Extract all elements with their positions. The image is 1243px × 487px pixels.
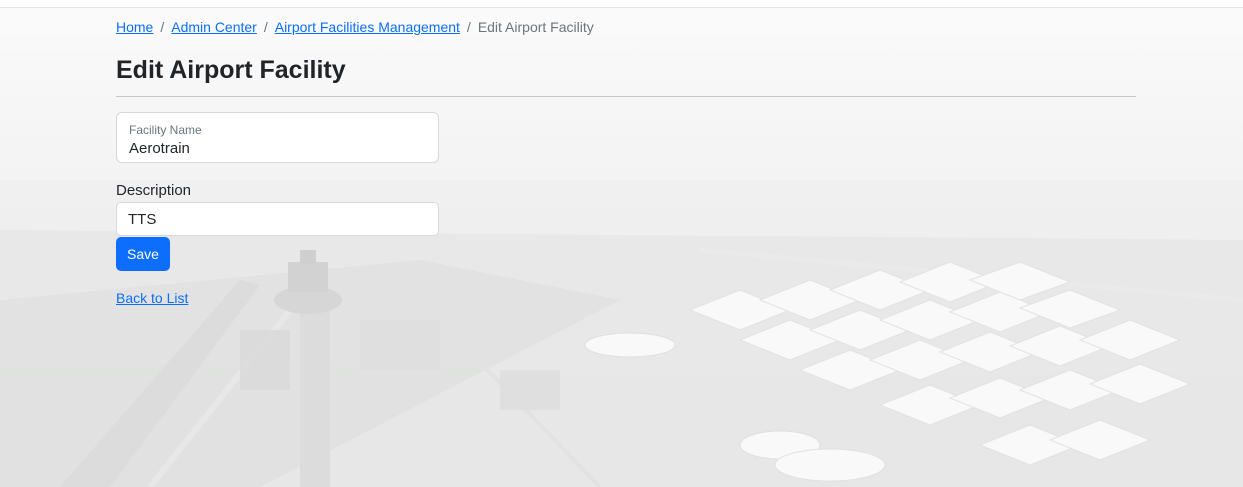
page-title: Edit Airport Facility (116, 56, 346, 84)
description-label: Description (116, 182, 192, 199)
breadcrumb-link-home[interactable]: Home (116, 19, 153, 35)
breadcrumb-current: Edit Airport Facility (477, 19, 594, 35)
save-button[interactable]: Save (116, 237, 170, 271)
facility-name-value[interactable]: Aerotrain (129, 140, 190, 157)
page: Home / Admin Center / Airport Facilities Man… (0, 0, 1243, 487)
breadcrumb-separator: / (263, 19, 268, 35)
breadcrumb-link-admin-center[interactable]: Admin Center (171, 19, 257, 35)
top-navbar-edge (0, 0, 1243, 8)
breadcrumb-separator: / (466, 19, 471, 35)
breadcrumb-separator: / (160, 19, 165, 35)
breadcrumb: Home / Admin Center / Airport Facilities Man… (116, 19, 594, 35)
title-divider (116, 96, 1136, 97)
facility-name-field[interactable]: Facility Name Aerotrain (116, 112, 439, 163)
back-to-list-link[interactable]: Back to List (116, 290, 188, 306)
facility-name-label: Facility Name (129, 123, 202, 137)
description-input[interactable]: TTS (116, 202, 439, 236)
breadcrumb-link-facilities-management[interactable]: Airport Facilities Management (275, 19, 460, 35)
description-value[interactable]: TTS (128, 211, 156, 228)
